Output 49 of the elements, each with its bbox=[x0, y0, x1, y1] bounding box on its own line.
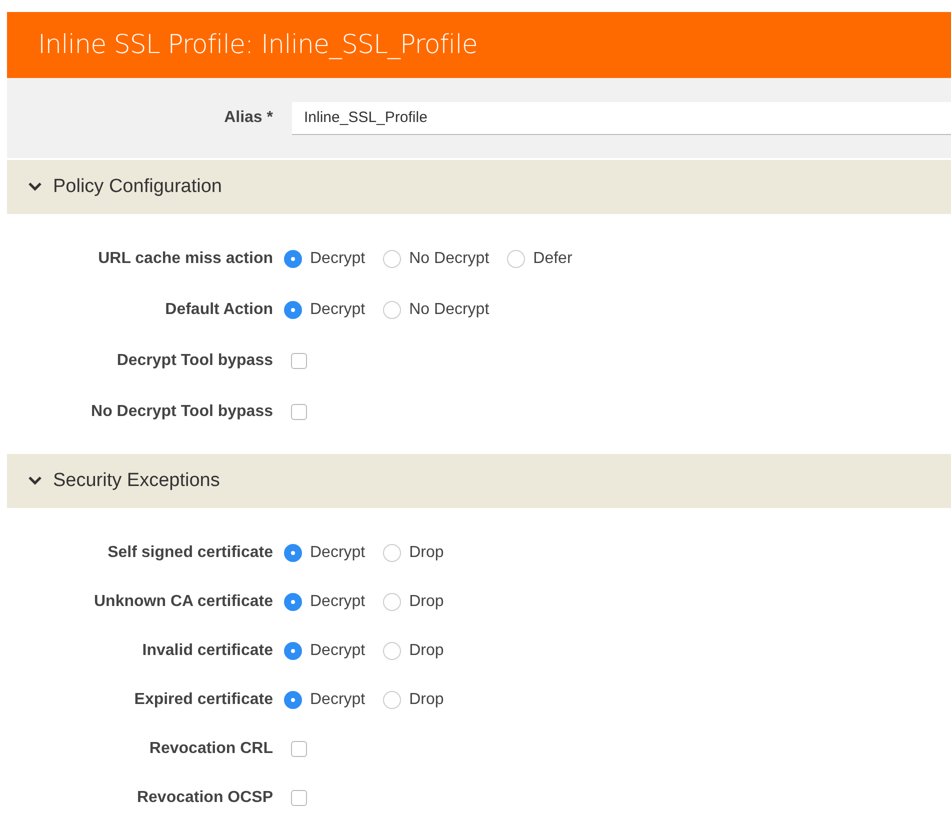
radio-option[interactable]: Decrypt bbox=[284, 592, 366, 610]
checkbox[interactable] bbox=[291, 404, 307, 420]
field-label: Self signed certificate bbox=[106, 544, 273, 562]
field-label: No Decrypt Tool bypass bbox=[90, 402, 273, 420]
section-header[interactable]: Security Exceptions bbox=[7, 454, 951, 508]
radio-option[interactable]: Decrypt bbox=[284, 300, 366, 318]
chevron-icon bbox=[28, 476, 42, 486]
radio-option[interactable]: Drop bbox=[383, 592, 444, 610]
alias-input-field[interactable]: Inline_SSL_Profile bbox=[292, 102, 951, 134]
field-label: Revocation CRL bbox=[148, 740, 273, 758]
radio-button[interactable] bbox=[383, 544, 402, 562]
page-title: Inline SSL Profile: Inline_SSL_Profile bbox=[38, 30, 478, 60]
radio-option[interactable]: Decrypt bbox=[284, 690, 366, 708]
radio-option[interactable]: Defer bbox=[507, 250, 572, 268]
checkbox[interactable] bbox=[291, 790, 307, 806]
section-title: Policy Configuration bbox=[53, 176, 222, 198]
radio-option[interactable]: No Decrypt bbox=[383, 300, 490, 318]
radio-button[interactable] bbox=[383, 592, 402, 610]
radio-button[interactable] bbox=[383, 250, 402, 268]
field-label: URL cache miss action bbox=[97, 250, 273, 268]
radio-button[interactable] bbox=[284, 690, 302, 708]
radio-option[interactable]: Decrypt bbox=[284, 544, 366, 562]
radio-button[interactable] bbox=[383, 300, 402, 318]
checkbox[interactable] bbox=[291, 352, 307, 368]
radio-option[interactable]: Drop bbox=[383, 690, 444, 708]
field-label: Alias * bbox=[223, 109, 273, 127]
field-label: Decrypt Tool bypass bbox=[116, 352, 273, 370]
radio-button[interactable] bbox=[284, 300, 302, 318]
field-label: Revocation OCSP bbox=[136, 788, 273, 806]
section-header[interactable]: Policy Configuration bbox=[7, 160, 951, 214]
radio-button[interactable] bbox=[284, 592, 302, 610]
chevron-icon bbox=[28, 182, 42, 192]
section-title: Security Exceptions bbox=[53, 470, 220, 492]
radio-option[interactable]: No Decrypt bbox=[383, 250, 490, 268]
radio-button[interactable] bbox=[383, 690, 402, 708]
checkbox[interactable] bbox=[291, 740, 307, 756]
radio-option[interactable]: Drop bbox=[383, 642, 444, 660]
radio-button[interactable] bbox=[507, 250, 526, 268]
field-label: Expired certificate bbox=[133, 690, 273, 708]
radio-button[interactable] bbox=[383, 642, 402, 660]
radio-option[interactable]: Decrypt bbox=[284, 642, 366, 660]
radio-button[interactable] bbox=[284, 642, 302, 660]
field-label: Default Action bbox=[164, 300, 273, 318]
radio-option[interactable]: Decrypt bbox=[284, 250, 366, 268]
field-label: Unknown CA certificate bbox=[93, 592, 273, 610]
radio-option[interactable]: Drop bbox=[383, 544, 444, 562]
field-label: Invalid certificate bbox=[141, 642, 273, 660]
radio-button[interactable] bbox=[284, 544, 302, 562]
radio-button[interactable] bbox=[284, 250, 302, 268]
